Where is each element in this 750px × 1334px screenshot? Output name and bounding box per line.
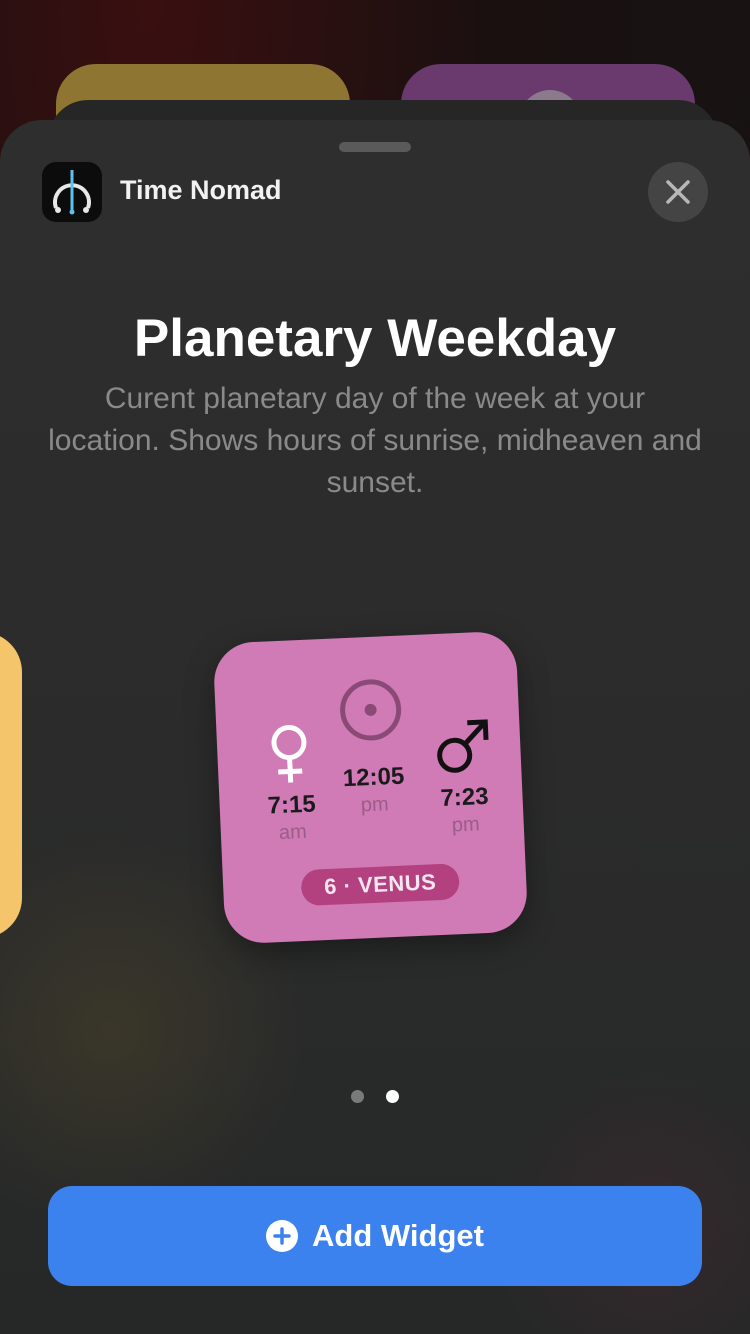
widget-title: Planetary Weekday	[133, 309, 617, 368]
close-icon	[666, 180, 690, 204]
sun-icon	[340, 679, 402, 741]
midheaven-column: 12:05 pm	[324, 675, 420, 819]
add-widget-button[interactable]: Add Widget	[48, 1186, 702, 1286]
sunset-period: pm	[451, 813, 481, 837]
page-dot-2-active[interactable]	[386, 1090, 399, 1103]
widget-description: Curent planetary day of the week at your…	[48, 382, 702, 499]
close-button[interactable]	[648, 162, 708, 222]
sunrise-column: 7:15 am	[248, 721, 333, 846]
midheaven-period: pm	[360, 793, 390, 817]
sunrise-period: am	[278, 820, 308, 845]
widget-preview[interactable]: 7:15 am 12:05 pm 7:23 pm 6 · VENUS	[212, 630, 529, 945]
page-indicator[interactable]	[0, 1090, 750, 1103]
previous-widget-preview[interactable]	[0, 632, 22, 938]
app-name: Time Nomad	[120, 175, 282, 205]
mars-icon	[437, 719, 489, 773]
planetary-day-badge: 6 · VENUS	[300, 863, 460, 907]
app-icon	[42, 162, 102, 222]
midheaven-time: 12:05	[342, 762, 405, 793]
sunset-column: 7:23 pm	[416, 713, 511, 839]
venus-icon	[271, 725, 307, 783]
add-widget-label: Add Widget	[312, 1218, 484, 1253]
sunset-time: 7:23	[439, 782, 490, 812]
widget-gallery-screen: Time Nomad Planetary Weekday Curent plan…	[0, 0, 750, 1334]
page-dot-1[interactable]	[351, 1090, 364, 1103]
plus-circle-icon	[266, 1220, 299, 1252]
sunrise-time: 7:15	[267, 790, 317, 820]
sheet-grabber[interactable]	[339, 142, 411, 152]
widget-sheet: Time Nomad Planetary Weekday Curent plan…	[0, 120, 750, 1334]
